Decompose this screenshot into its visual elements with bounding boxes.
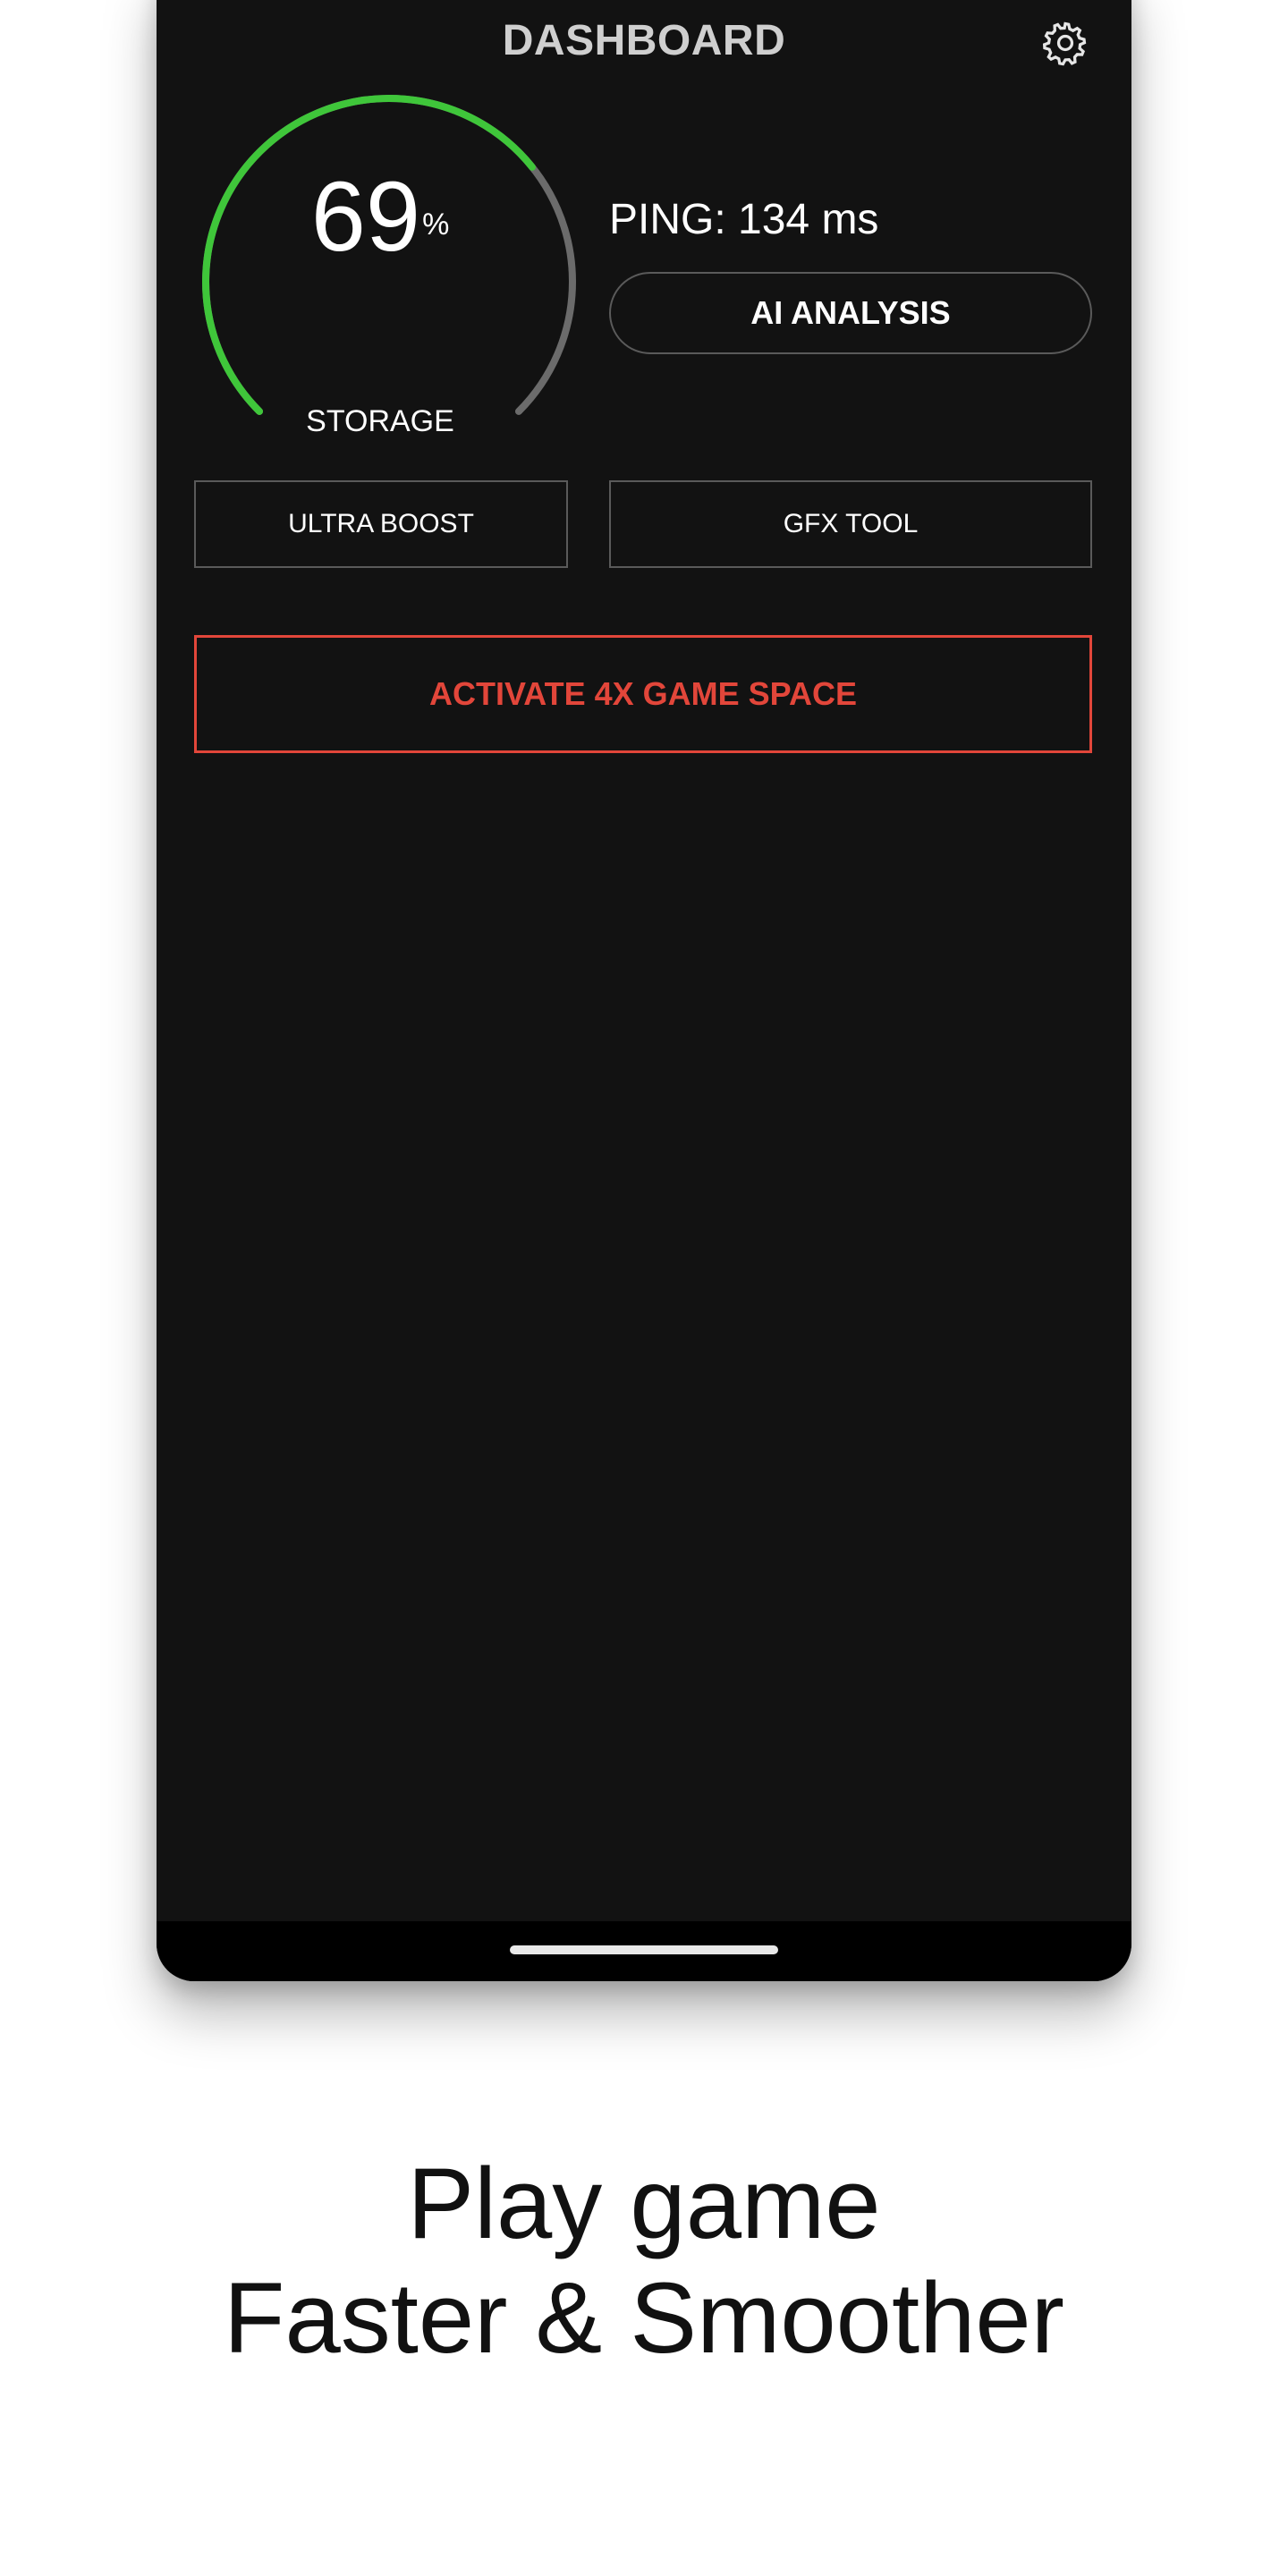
- activate-game-space-label: ACTIVATE 4X GAME SPACE: [428, 675, 858, 712]
- ai-analysis-label: AI ANALYSIS: [750, 294, 951, 331]
- phone-frame: DASHBOARD 69% STORAGE PING: 134 ms AI AN…: [157, 0, 1131, 1981]
- home-indicator[interactable]: [510, 1945, 778, 1954]
- tagline-line-2: Faster & Smoother: [224, 2262, 1064, 2374]
- tagline-line-1: Play game: [407, 2148, 881, 2259]
- activate-game-space-button[interactable]: ACTIVATE 4X GAME SPACE: [194, 635, 1092, 753]
- storage-label: STORAGE: [306, 404, 454, 438]
- gfx-tool-button[interactable]: GFX TOOL: [609, 480, 1092, 568]
- page-title: DASHBOARD: [502, 17, 786, 64]
- storage-percent-unit: %: [422, 208, 450, 242]
- system-nav-bar: [157, 1921, 1131, 1981]
- ping-readout: PING: 134 ms: [609, 196, 879, 243]
- gfx-tool-label: GFX TOOL: [783, 509, 919, 538]
- dashboard-screen: DASHBOARD 69% STORAGE PING: 134 ms AI AN…: [157, 0, 1131, 1894]
- ai-analysis-button[interactable]: AI ANALYSIS: [609, 272, 1092, 354]
- promo-tagline: Play game Faster & Smoother: [0, 2147, 1288, 2376]
- storage-percent-value: 69: [310, 162, 421, 272]
- ultra-boost-button[interactable]: ULTRA BOOST: [194, 480, 568, 568]
- storage-percent-readout: 69%: [192, 159, 568, 275]
- gear-icon[interactable]: [1040, 18, 1090, 68]
- ultra-boost-label: ULTRA BOOST: [288, 509, 474, 538]
